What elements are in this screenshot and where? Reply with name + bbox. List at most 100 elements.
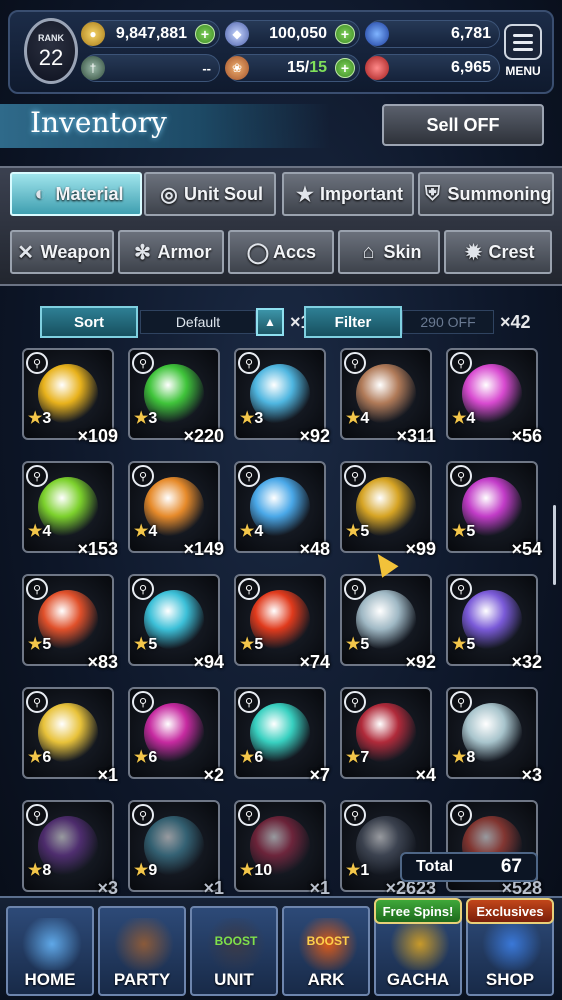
scrollbar[interactable]: [553, 505, 556, 585]
item-slot[interactable]: ⚲ ★9 ×1: [128, 800, 224, 908]
lock-icon[interactable]: ⚲: [450, 578, 472, 600]
lock-icon[interactable]: ⚲: [450, 804, 472, 826]
crystal-icon: ◆: [225, 22, 249, 46]
filter-button[interactable]: Filter: [304, 306, 402, 338]
item-quantity: ×32: [511, 652, 542, 672]
item-slot[interactable]: ⚲ ★4 ×56: [446, 348, 542, 456]
item-slot[interactable]: ⚲ ★10 ×1: [234, 800, 330, 908]
lock-icon[interactable]: ⚲: [26, 352, 48, 374]
item-slot[interactable]: ⚲ ★6 ×2: [128, 687, 224, 795]
total-value: 67: [500, 856, 522, 877]
item-rarity: ★5: [346, 636, 370, 653]
item-slot[interactable]: ⚲ ★7 ×4: [340, 687, 436, 795]
item-slot[interactable]: ⚲ ★5 ×94: [128, 574, 224, 682]
item-slot[interactable]: ⚲ ★5 ×32: [446, 574, 542, 682]
gold-coin-icon: ●: [81, 22, 105, 46]
item-slot[interactable]: ⚲ ★3 ×220: [128, 348, 224, 456]
item-slot[interactable]: ⚲ ★4 ×149: [128, 461, 224, 569]
item-quantity: ×149: [183, 539, 224, 559]
lock-icon[interactable]: ⚲: [344, 465, 366, 487]
armor-icon: ✻: [134, 241, 151, 264]
lock-icon[interactable]: ⚲: [344, 578, 366, 600]
item-rarity: ★9: [134, 862, 158, 879]
lock-icon[interactable]: ⚲: [344, 352, 366, 374]
item-slot[interactable]: ⚲ ★6 ×1: [22, 687, 118, 795]
sort-filter-bar: Sort Default ▲ Filter 290 OFF: [40, 306, 560, 338]
guild-value: --: [202, 60, 211, 76]
tab-skin[interactable]: ⌂ Skin: [338, 230, 440, 274]
lock-icon[interactable]: ⚲: [238, 804, 260, 826]
item-rarity: ★4: [28, 523, 52, 540]
menu-button[interactable]: MENU: [502, 24, 544, 86]
item-slot[interactable]: ⚲ ★8 ×3: [446, 687, 542, 795]
item-slot[interactable]: ⚲ ★4 ×311: [340, 348, 436, 456]
rank-badge[interactable]: RANK 22: [24, 18, 78, 84]
lock-icon[interactable]: ⚲: [344, 804, 366, 826]
tab-summoning[interactable]: ⛨ Summoning: [418, 172, 554, 216]
lock-icon[interactable]: ⚲: [238, 578, 260, 600]
item-slot[interactable]: ⚲ ★5 ×92: [340, 574, 436, 682]
lock-icon[interactable]: ⚲: [132, 465, 154, 487]
star-icon: ★: [296, 183, 314, 206]
item-quantity: ×3: [521, 765, 542, 785]
tab-armor[interactable]: ✻ Armor: [118, 230, 224, 274]
lock-icon[interactable]: ⚲: [26, 578, 48, 600]
tab-important[interactable]: ★ Important: [282, 172, 414, 216]
lock-icon[interactable]: ⚲: [238, 352, 260, 374]
total-label: Total: [416, 858, 454, 875]
lock-icon[interactable]: ⚲: [238, 465, 260, 487]
lock-icon[interactable]: ⚲: [132, 804, 154, 826]
tab-label: Weapon: [40, 241, 111, 262]
sort-button[interactable]: Sort: [40, 306, 138, 338]
helm-icon: ⛨: [425, 182, 440, 205]
sort-direction-button[interactable]: ▲: [256, 308, 284, 336]
nav-unit-button[interactable]: BOOST UNIT: [190, 906, 278, 996]
rank-label: RANK: [38, 33, 64, 43]
red-orb-icon: [365, 56, 389, 80]
nav-home-button[interactable]: HOME: [6, 906, 94, 996]
lock-icon[interactable]: ⚲: [238, 691, 260, 713]
nav-ark-button[interactable]: BOOST ARK: [282, 906, 370, 996]
item-rarity: ★1: [346, 862, 370, 879]
item-slot[interactable]: ⚲ ★3 ×109: [22, 348, 118, 456]
lock-icon[interactable]: ⚲: [132, 352, 154, 374]
lock-icon[interactable]: ⚲: [26, 804, 48, 826]
item-quantity: ×94: [193, 652, 224, 672]
add-gold-button[interactable]: +: [195, 24, 215, 44]
tab-crest[interactable]: ✹ Crest: [444, 230, 552, 274]
tab-material[interactable]: ◐ Material: [10, 172, 142, 216]
item-slot[interactable]: ⚲ ★5 ×83: [22, 574, 118, 682]
lock-icon[interactable]: ⚲: [26, 465, 48, 487]
tab-unit-soul[interactable]: ◎ Unit Soul: [144, 172, 276, 216]
item-slot[interactable]: ⚲ ★4 ×48: [234, 461, 330, 569]
nav-party-button[interactable]: PARTY: [98, 906, 186, 996]
tab-accs[interactable]: ◯ Accs: [228, 230, 334, 274]
stamina-icon: ❀: [225, 56, 249, 80]
item-rarity: ★5: [346, 523, 370, 540]
item-slot[interactable]: ⚲ ★8 ×3: [22, 800, 118, 908]
lock-icon[interactable]: ⚲: [132, 578, 154, 600]
red-orb-counter: 6,965: [365, 54, 500, 82]
item-rarity: ★5: [134, 636, 158, 653]
sell-toggle-button[interactable]: Sell OFF: [382, 104, 544, 146]
add-gems-button[interactable]: +: [335, 24, 355, 44]
lock-icon[interactable]: ⚲: [450, 465, 472, 487]
item-quantity: ×7: [309, 765, 330, 785]
stamina-max: 15: [309, 59, 327, 76]
lock-icon[interactable]: ⚲: [344, 691, 366, 713]
item-slot[interactable]: ⚲ ★5 ×74: [234, 574, 330, 682]
nav-label: ARK: [307, 970, 345, 989]
add-stamina-button[interactable]: +: [335, 58, 355, 78]
lock-icon[interactable]: ⚲: [132, 691, 154, 713]
item-slot[interactable]: ⚲ ★4 ×153: [22, 461, 118, 569]
lock-icon[interactable]: ⚲: [450, 352, 472, 374]
lock-icon[interactable]: ⚲: [450, 691, 472, 713]
sort-value[interactable]: Default: [140, 310, 256, 334]
item-quantity: ×311: [396, 426, 436, 446]
item-slot[interactable]: ⚲ ★6 ×7: [234, 687, 330, 795]
exclusives-badge: Exclusives: [466, 898, 554, 924]
item-slot[interactable]: ⚲ ★5 ×54: [446, 461, 542, 569]
lock-icon[interactable]: ⚲: [26, 691, 48, 713]
tab-weapon[interactable]: ✕ Weapon: [10, 230, 114, 274]
item-slot[interactable]: ⚲ ★3 ×92: [234, 348, 330, 456]
